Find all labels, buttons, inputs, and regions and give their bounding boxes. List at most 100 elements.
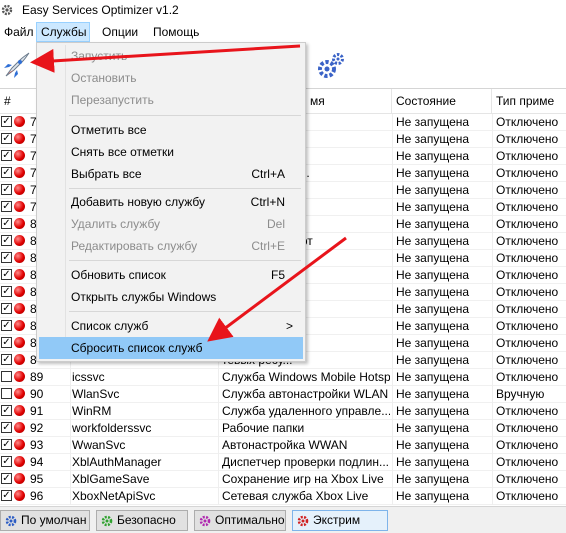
menu-item-stop[interactable]: Остановить: [39, 67, 303, 89]
column-divider: [70, 403, 71, 420]
column-divider: [492, 114, 493, 131]
row-checkbox[interactable]: ✓: [1, 405, 12, 416]
row-checkbox[interactable]: ✓: [1, 252, 12, 263]
preset-optimal-button[interactable]: Оптимально: [194, 510, 286, 531]
column-divider: [492, 437, 493, 454]
row-checkbox[interactable]: ✓: [1, 167, 12, 178]
menu-separator: [69, 115, 301, 116]
gear-icon: [5, 515, 17, 527]
row-checkbox[interactable]: ✓: [1, 422, 12, 433]
header-start-type[interactable]: Тип приме: [492, 89, 566, 113]
preset-extreme-button[interactable]: Экстрим: [292, 510, 388, 531]
column-divider: [218, 488, 219, 505]
table-row[interactable]: ✓ 91 WinRM Служба удаленного управле... Не з…: [0, 403, 566, 420]
column-divider: [392, 420, 393, 437]
row-state: Не запущена: [396, 251, 470, 265]
row-start-type: Отключено: [496, 251, 559, 265]
table-row[interactable]: 89 icssvc Служба Windows Mobile Hotspot Не …: [0, 369, 566, 386]
table-row[interactable]: ✓ 94 XblAuthManager Диспетчер проверки подл…: [0, 454, 566, 471]
column-divider: [218, 386, 219, 403]
row-checkbox[interactable]: [1, 388, 12, 399]
menu-file[interactable]: Файл: [0, 22, 38, 42]
table-row[interactable]: ✓ 93 WwanSvc Автонастройка WWAN Не запущена О…: [0, 437, 566, 454]
row-checkbox[interactable]: ✓: [1, 150, 12, 161]
menu-item-add-service[interactable]: Добавить новую службу Ctrl+N: [39, 191, 303, 213]
menu-item-select-all[interactable]: Выбрать все Ctrl+A: [39, 163, 303, 185]
row-checkbox[interactable]: ✓: [1, 184, 12, 195]
row-checkbox[interactable]: ✓: [1, 235, 12, 246]
status-dot-icon: [14, 252, 25, 263]
table-row[interactable]: ✓ 92 workfolderssvc Рабочие папки Не запущен…: [0, 420, 566, 437]
row-checkbox[interactable]: ✓: [1, 490, 12, 501]
column-divider: [492, 216, 493, 233]
row-checkbox[interactable]: ✓: [1, 456, 12, 467]
menu-item-start[interactable]: Запустить: [39, 45, 303, 67]
row-state: Не запущена: [396, 387, 470, 401]
row-number: 89: [30, 370, 44, 384]
column-divider: [492, 250, 493, 267]
row-checkbox[interactable]: ✓: [1, 473, 12, 484]
row-service-name: icssvc: [72, 370, 105, 384]
row-state: Не запущена: [396, 166, 470, 180]
preset-default-button[interactable]: По умолчан: [0, 510, 90, 531]
row-checkbox[interactable]: ✓: [1, 269, 12, 280]
menu-help[interactable]: Помощь: [149, 22, 203, 42]
table-row[interactable]: ✓ 96 XboxNetApiSvc Сетевая служба Xbox Live…: [0, 488, 566, 505]
row-state: Не запущена: [396, 421, 470, 435]
menu-options[interactable]: Опции: [98, 22, 142, 42]
row-number: 95: [30, 472, 44, 486]
menu-item-services-list[interactable]: Список служб >: [39, 315, 303, 337]
row-checkbox[interactable]: ✓: [1, 286, 12, 297]
menu-item-check-all[interactable]: Отметить все: [39, 119, 303, 141]
row-checkbox[interactable]: ✓: [1, 218, 12, 229]
row-checkbox[interactable]: ✓: [1, 116, 12, 127]
row-checkbox[interactable]: ✓: [1, 354, 12, 365]
column-divider: [492, 454, 493, 471]
gear-icon[interactable]: [314, 50, 346, 82]
rocket-icon[interactable]: [0, 50, 32, 82]
row-state: Не запущена: [396, 285, 470, 299]
column-divider: [492, 233, 493, 250]
menu-services[interactable]: Службы: [36, 22, 90, 42]
row-state: Не запущена: [396, 438, 470, 452]
menu-separator: [69, 311, 301, 312]
menu-item-open-windows-services[interactable]: Открыть службы Windows: [39, 286, 303, 308]
row-start-type: Отключено: [496, 404, 559, 418]
header-display-name[interactable]: мя: [306, 89, 392, 113]
menu-item-refresh-list[interactable]: Обновить список F5: [39, 264, 303, 286]
column-divider: [392, 386, 393, 403]
column-divider: [70, 420, 71, 437]
row-checkbox[interactable]: [1, 371, 12, 382]
menu-item-edit-service[interactable]: Редактировать службу Ctrl+E: [39, 235, 303, 257]
column-divider: [392, 165, 393, 182]
row-display-name: Диспетчер проверки подлин...: [222, 455, 389, 469]
row-checkbox[interactable]: ✓: [1, 439, 12, 450]
column-divider: [392, 318, 393, 335]
menu-item-uncheck-all[interactable]: Снять все отметки: [39, 141, 303, 163]
column-divider: [218, 420, 219, 437]
status-dot-icon: [14, 439, 25, 450]
column-divider: [492, 301, 493, 318]
row-state: Не запущена: [396, 183, 470, 197]
menu-item-delete-service[interactable]: Удалить службу Del: [39, 213, 303, 235]
status-dot-icon: [14, 371, 25, 382]
column-divider: [492, 488, 493, 505]
row-checkbox[interactable]: ✓: [1, 133, 12, 144]
preset-safe-button[interactable]: Безопасно: [96, 510, 188, 531]
row-checkbox[interactable]: ✓: [1, 201, 12, 212]
column-divider: [492, 403, 493, 420]
menu-item-restart[interactable]: Перезапустить: [39, 89, 303, 111]
row-checkbox[interactable]: ✓: [1, 303, 12, 314]
row-start-type: Отключено: [496, 353, 559, 367]
row-state: Не запущена: [396, 455, 470, 469]
column-divider: [218, 403, 219, 420]
table-row[interactable]: ✓ 95 XblGameSave Сохранение игр на Xbox Liv…: [0, 471, 566, 488]
row-start-type: Отключено: [496, 234, 559, 248]
menu-item-reset-services-list[interactable]: Сбросить список служб: [39, 337, 303, 359]
row-checkbox[interactable]: ✓: [1, 320, 12, 331]
table-row[interactable]: 90 WlanSvc Служба автонастройки WLAN Не зап…: [0, 386, 566, 403]
column-divider: [492, 131, 493, 148]
status-dot-icon: [14, 184, 25, 195]
header-state[interactable]: Состояние: [392, 89, 492, 113]
row-checkbox[interactable]: ✓: [1, 337, 12, 348]
